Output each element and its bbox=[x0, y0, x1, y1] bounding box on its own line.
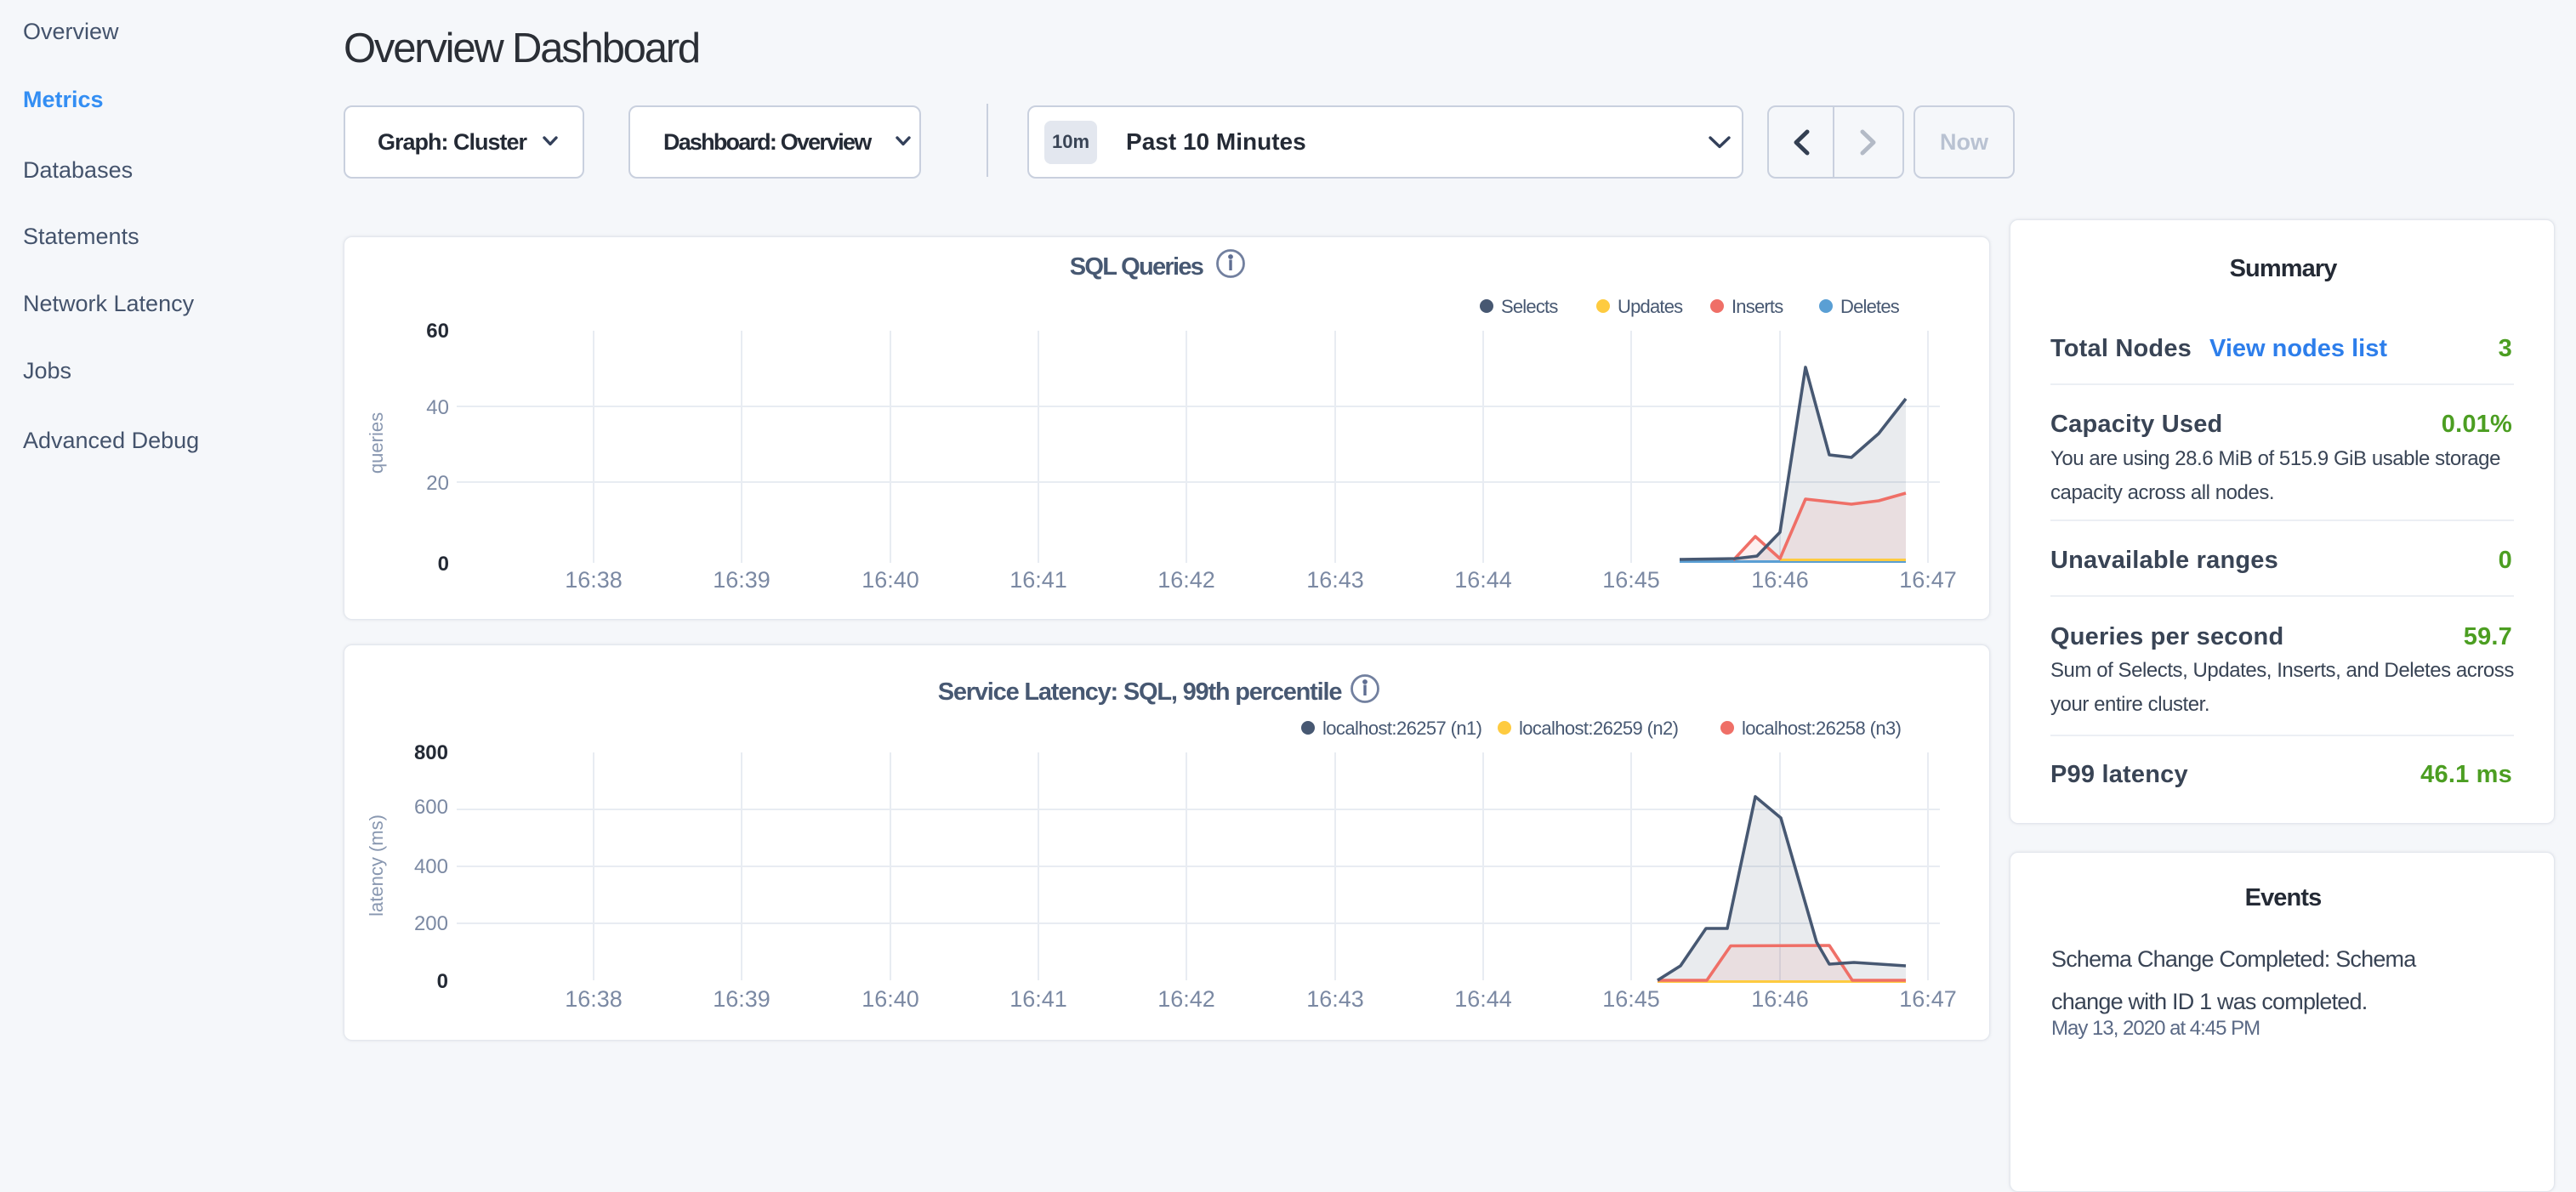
svg-text:Inserts: Inserts bbox=[1732, 296, 1783, 317]
svg-text:localhost:26259 (n2): localhost:26259 (n2) bbox=[1519, 718, 1678, 739]
svg-text:Service Latency: SQL, 99th per: Service Latency: SQL, 99th percentile bbox=[938, 678, 1343, 706]
svg-text:16:46: 16:46 bbox=[1751, 567, 1809, 593]
svg-text:SQL Queries: SQL Queries bbox=[1070, 253, 1203, 281]
svg-text:16:39: 16:39 bbox=[713, 986, 771, 1012]
svg-text:16:44: 16:44 bbox=[1454, 986, 1512, 1012]
svg-text:16:46: 16:46 bbox=[1751, 986, 1809, 1012]
svg-text:16:40: 16:40 bbox=[862, 567, 919, 593]
svg-text:60: 60 bbox=[426, 320, 449, 343]
svg-text:16:39: 16:39 bbox=[713, 567, 771, 593]
svg-text:16:40: 16:40 bbox=[862, 986, 919, 1012]
svg-text:200: 200 bbox=[414, 912, 448, 935]
svg-text:16:45: 16:45 bbox=[1602, 986, 1660, 1012]
svg-text:16:43: 16:43 bbox=[1306, 986, 1364, 1012]
svg-text:0: 0 bbox=[438, 553, 449, 576]
svg-text:localhost:26257 (n1): localhost:26257 (n1) bbox=[1322, 718, 1481, 739]
svg-text:16:42: 16:42 bbox=[1157, 986, 1215, 1012]
svg-text:16:44: 16:44 bbox=[1454, 567, 1512, 593]
svg-text:Selects: Selects bbox=[1501, 296, 1558, 317]
svg-text:20: 20 bbox=[426, 472, 449, 495]
svg-text:16:38: 16:38 bbox=[565, 986, 623, 1012]
svg-text:Deletes: Deletes bbox=[1840, 296, 1900, 317]
svg-text:40: 40 bbox=[426, 396, 449, 419]
svg-text:400: 400 bbox=[414, 855, 448, 878]
svg-text:16:47: 16:47 bbox=[1899, 986, 1957, 1012]
svg-text:16:41: 16:41 bbox=[1009, 567, 1067, 593]
svg-text:16:41: 16:41 bbox=[1009, 986, 1067, 1012]
svg-text:600: 600 bbox=[414, 796, 448, 819]
svg-text:16:47: 16:47 bbox=[1899, 567, 1957, 593]
svg-text:localhost:26258 (n3): localhost:26258 (n3) bbox=[1742, 718, 1901, 739]
svg-text:0: 0 bbox=[437, 970, 448, 993]
svg-text:16:42: 16:42 bbox=[1157, 567, 1215, 593]
svg-text:16:45: 16:45 bbox=[1602, 567, 1660, 593]
svg-text:queries: queries bbox=[366, 412, 387, 474]
svg-text:800: 800 bbox=[414, 741, 448, 764]
svg-text:16:43: 16:43 bbox=[1306, 567, 1364, 593]
svg-text:16:38: 16:38 bbox=[565, 567, 623, 593]
svg-text:Updates: Updates bbox=[1618, 296, 1683, 317]
svg-text:latency (ms): latency (ms) bbox=[366, 815, 387, 917]
